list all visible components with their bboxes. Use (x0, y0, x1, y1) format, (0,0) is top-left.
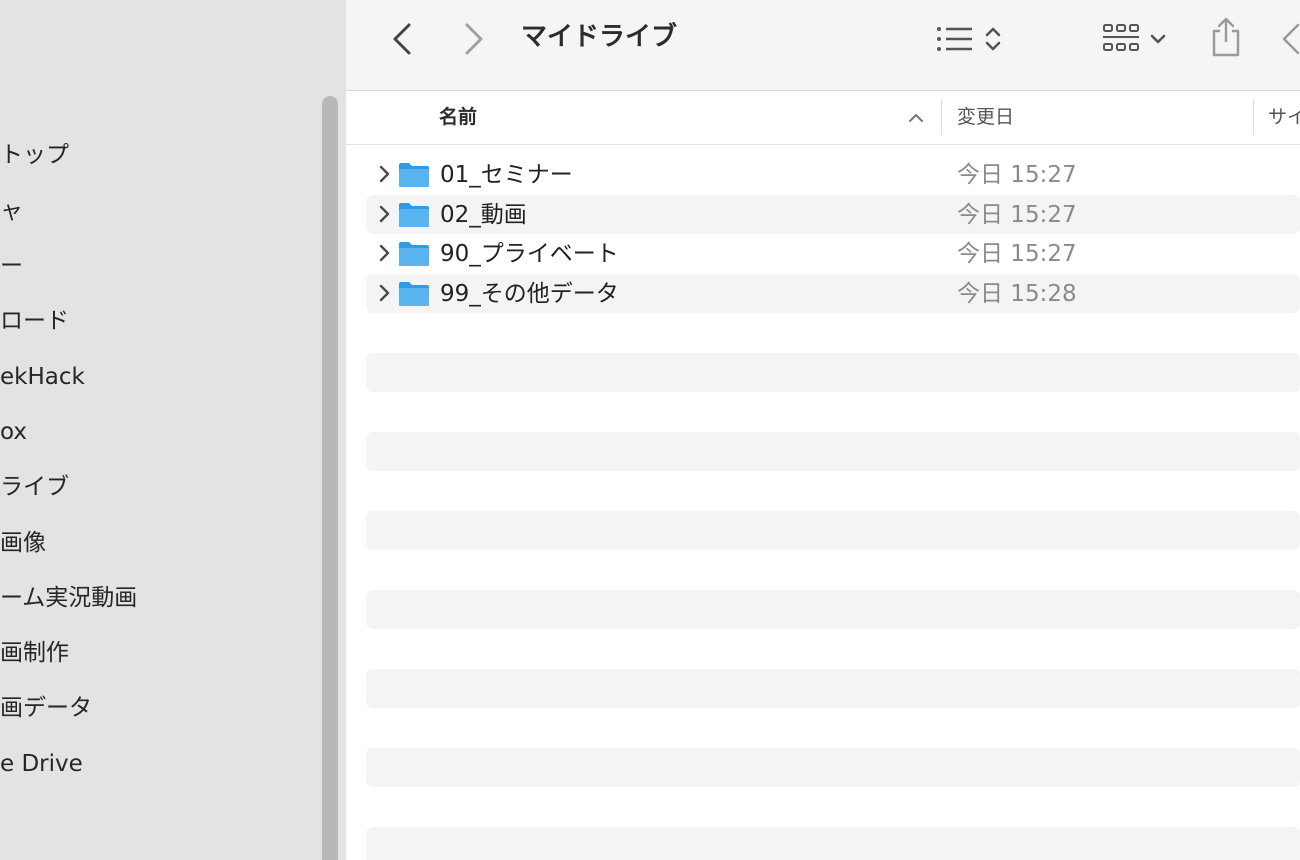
empty-row-stripe (366, 432, 1300, 471)
folder-icon (399, 163, 429, 187)
sidebar-item-video-data[interactable]: 画データ (0, 688, 92, 728)
sort-ascending-icon[interactable] (907, 109, 925, 125)
table-row[interactable]: 01_セミナー 今日 15:27 (366, 155, 1300, 194)
chevron-right-icon[interactable] (374, 163, 394, 185)
chevron-right-icon[interactable] (374, 282, 394, 304)
folder-icon (399, 242, 429, 266)
sidebar-item-2[interactable]: ャ (0, 191, 23, 231)
back-button[interactable] (384, 20, 420, 58)
list-icon (936, 27, 972, 51)
empty-row-stripe (366, 511, 1300, 550)
sidebar-item-3[interactable]: ー (0, 246, 23, 286)
folder-icon (399, 282, 429, 306)
folder-title: マイドライブ (521, 22, 678, 52)
file-name: 99_その他データ (440, 281, 619, 307)
empty-row-stripe (366, 748, 1300, 787)
column-separator[interactable] (941, 99, 942, 135)
chevron-down-icon (1150, 34, 1165, 44)
chevron-right-icon (465, 23, 483, 55)
table-row[interactable]: 99_その他データ 今日 15:28 (366, 274, 1300, 313)
chevron-left-icon (393, 23, 411, 55)
share-icon (1212, 17, 1240, 57)
sidebar-item-images[interactable]: 画像 (0, 523, 46, 563)
file-modified: 今日 15:27 (957, 202, 1077, 228)
forward-button[interactable] (456, 20, 492, 58)
empty-row-stripe (366, 669, 1300, 708)
empty-row-stripe (366, 353, 1300, 392)
share-button[interactable] (1204, 14, 1248, 60)
sidebar-item-drive[interactable]: ライブ (0, 467, 69, 507)
column-header: 名前 変更日 サイ (346, 91, 1300, 145)
table-row[interactable]: 90_プライベート 今日 15:27 (366, 234, 1300, 273)
sidebar: トップ ャ ー ロード ekHack ox ライブ 画像 ーム実況動画 画制作 … (0, 0, 346, 860)
sidebar-item-game-videos[interactable]: ーム実況動画 (0, 578, 137, 618)
file-modified: 今日 15:27 (957, 241, 1077, 267)
sidebar-item-downloads[interactable]: ロード (0, 301, 69, 341)
chevron-updown-icon (985, 27, 1000, 51)
sidebar-item-ox[interactable]: ox (0, 412, 27, 452)
grid-icon (1102, 24, 1139, 51)
empty-row-stripe (366, 827, 1300, 860)
chevron-right-icon[interactable] (374, 242, 394, 264)
column-size[interactable]: サイ (1268, 104, 1300, 130)
column-modified[interactable]: 変更日 (957, 104, 1014, 130)
file-name: 02_動画 (440, 202, 527, 228)
column-name[interactable]: 名前 (439, 104, 477, 130)
sidebar-item-video-production[interactable]: 画制作 (0, 633, 69, 673)
file-modified: 今日 15:27 (957, 162, 1077, 188)
sidebar-item-e-drive[interactable]: e Drive (0, 744, 83, 784)
file-name: 90_プライベート (440, 241, 619, 267)
group-view-button[interactable] (1096, 20, 1171, 58)
tag-button[interactable] (1280, 20, 1300, 58)
list-view-button[interactable] (931, 20, 1006, 58)
tag-icon (1282, 23, 1300, 55)
file-modified: 今日 15:28 (957, 281, 1077, 307)
sidebar-item-desktop[interactable]: トップ (0, 135, 69, 175)
table-row[interactable]: 02_動画 今日 15:27 (366, 195, 1300, 234)
chevron-right-icon[interactable] (374, 203, 394, 225)
file-name: 01_セミナー (440, 162, 573, 188)
empty-row-stripe (366, 590, 1300, 629)
sidebar-item-ekhack[interactable]: ekHack (0, 357, 85, 397)
column-separator[interactable] (1253, 99, 1254, 135)
folder-icon (399, 203, 429, 227)
sidebar-scrollbar[interactable] (322, 96, 338, 860)
toolbar: マイドライブ (346, 0, 1300, 91)
